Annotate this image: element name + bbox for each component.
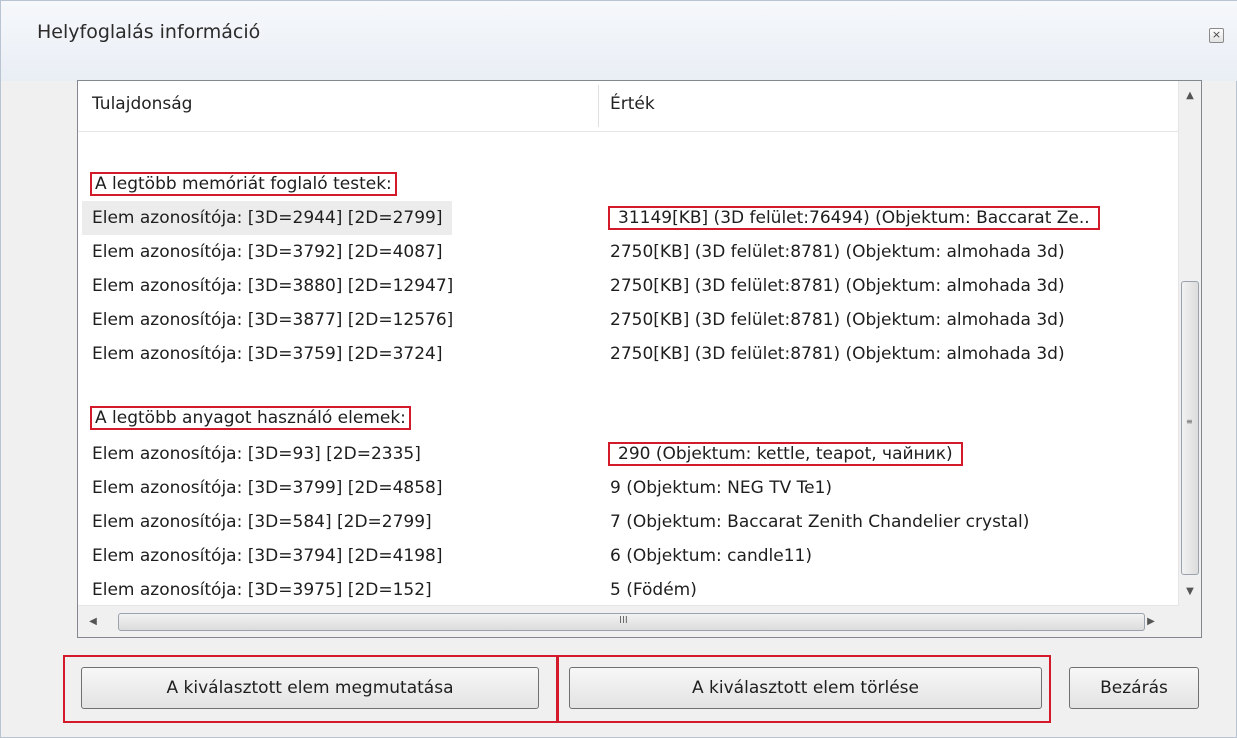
property-list[interactable]: Tulajdonság Érték A legtöbb memóriát fog… bbox=[77, 80, 1202, 638]
list-item-section-heading[interactable]: A legtöbb memóriát foglaló testek: bbox=[78, 167, 1179, 201]
vertical-scroll-thumb[interactable]: ≡ bbox=[1181, 281, 1199, 575]
row-value: 2750[KB] (3D felület:8781) (Objektum: al… bbox=[610, 310, 1065, 330]
row-value: 2750[KB] (3D felület:8781) (Objektum: al… bbox=[610, 276, 1065, 296]
table-row[interactable]: Elem azonosítója: [3D=3794] [2D=4198] 6 … bbox=[78, 539, 1179, 573]
row-property: Elem azonosítója: [3D=93] [2D=2335] bbox=[92, 444, 421, 464]
row-property: Elem azonosítója: [3D=3792] [2D=4087] bbox=[92, 242, 443, 262]
window-title: Helyfoglalás információ bbox=[37, 21, 261, 43]
row-value: 2750[KB] (3D felület:8781) (Objektum: al… bbox=[610, 242, 1065, 262]
grip-icon: ≡ bbox=[1186, 417, 1193, 426]
row-value: 6 (Objektum: candle11) bbox=[610, 546, 812, 566]
scroll-down-icon[interactable]: ▼ bbox=[1179, 581, 1201, 603]
row-value: 290 (Objektum: kettle, teapot, чайник) bbox=[606, 437, 965, 471]
row-property: Elem azonosítója: [3D=3794] [2D=4198] bbox=[92, 546, 443, 566]
list-header: Tulajdonság Érték bbox=[78, 81, 1179, 132]
row-property: Elem azonosítója: [3D=2944] [2D=2799] bbox=[82, 201, 453, 235]
column-header-value[interactable]: Érték bbox=[610, 94, 655, 114]
table-row[interactable]: Elem azonosítója: [3D=3792] [2D=4087] 27… bbox=[78, 235, 1179, 269]
dialog-window: Helyfoglalás információ × Tulajdonság Ér… bbox=[0, 0, 1237, 738]
close-icon[interactable]: × bbox=[1209, 28, 1224, 43]
row-property: Elem azonosítója: [3D=3880] [2D=12947] bbox=[92, 276, 454, 296]
table-row[interactable]: Elem azonosítója: [3D=93] [2D=2335] 290 … bbox=[78, 437, 1179, 471]
table-row[interactable]: Elem azonosítója: [3D=3880] [2D=12947] 2… bbox=[78, 269, 1179, 303]
section-heading-material: A legtöbb anyagot használó elemek: bbox=[82, 401, 419, 435]
table-row[interactable]: Elem azonosítója: [3D=3975] [2D=152] 5 (… bbox=[78, 573, 1179, 607]
row-property: Elem azonosítója: [3D=3877] [2D=12576] bbox=[92, 310, 454, 330]
table-row[interactable]: Elem azonosítója: [3D=3759] [2D=3724] 27… bbox=[78, 337, 1179, 371]
highlight-frame-value: 290 (Objektum: kettle, teapot, чайник) bbox=[608, 442, 963, 466]
table-row[interactable]: Elem azonosítója: [3D=3799] [2D=4858] 9 … bbox=[78, 471, 1179, 505]
highlight-frame: A legtöbb memóriát foglaló testek: bbox=[90, 172, 397, 196]
scroll-right-icon[interactable]: ▶ bbox=[1140, 606, 1162, 637]
row-property: Elem azonosítója: [3D=3759] [2D=3724] bbox=[92, 344, 443, 364]
column-divider[interactable] bbox=[598, 85, 599, 127]
table-row[interactable]: Elem azonosítója: [3D=3877] [2D=12576] 2… bbox=[78, 303, 1179, 337]
highlight-frame-show-button bbox=[63, 655, 558, 723]
row-property: Elem azonosítója: [3D=3799] [2D=4858] bbox=[92, 478, 443, 498]
highlight-frame-delete-button bbox=[557, 655, 1051, 723]
row-property: Elem azonosítója: [3D=584] [2D=2799] bbox=[92, 512, 432, 532]
table-row[interactable]: Elem azonosítója: [3D=2944] [2D=2799] 31… bbox=[78, 201, 1179, 235]
horizontal-scrollbar[interactable]: ◀ III ▶ bbox=[78, 605, 1179, 637]
scroll-left-icon[interactable]: ◀ bbox=[82, 606, 104, 637]
vertical-scrollbar[interactable]: ▲ ≡ ▼ bbox=[1178, 81, 1201, 606]
grip-icon: III bbox=[619, 615, 628, 626]
row-value: 7 (Objektum: Baccarat Zenith Chandelier … bbox=[610, 512, 1030, 532]
title-bar: Helyfoglalás információ × bbox=[1, 1, 1237, 81]
row-property: Elem azonosítója: [3D=3975] [2D=152] bbox=[92, 580, 432, 600]
column-header-property[interactable]: Tulajdonság bbox=[92, 94, 192, 114]
row-value: 5 (Födém) bbox=[610, 580, 697, 600]
row-value: 9 (Objektum: NEG TV Te1) bbox=[610, 478, 833, 498]
scrollbar-corner bbox=[1179, 606, 1201, 637]
close-button[interactable]: Bezárás bbox=[1069, 667, 1199, 709]
highlight-frame: A legtöbb anyagot használó elemek: bbox=[90, 406, 411, 430]
horizontal-scroll-thumb[interactable]: III bbox=[118, 613, 1145, 631]
row-value: 31149[KB] (3D felület:76494) (Objektum: … bbox=[606, 201, 1102, 235]
table-row[interactable]: Elem azonosítója: [3D=584] [2D=2799] 7 (… bbox=[78, 505, 1179, 539]
list-item-section-heading[interactable]: A legtöbb anyagot használó elemek: bbox=[78, 401, 1179, 435]
highlight-frame-value: 31149[KB] (3D felület:76494) (Objektum: … bbox=[608, 206, 1100, 230]
row-value: 2750[KB] (3D felület:8781) (Objektum: al… bbox=[610, 344, 1065, 364]
scroll-up-icon[interactable]: ▲ bbox=[1179, 85, 1201, 107]
section-heading-memory: A legtöbb memóriát foglaló testek: bbox=[82, 167, 405, 201]
